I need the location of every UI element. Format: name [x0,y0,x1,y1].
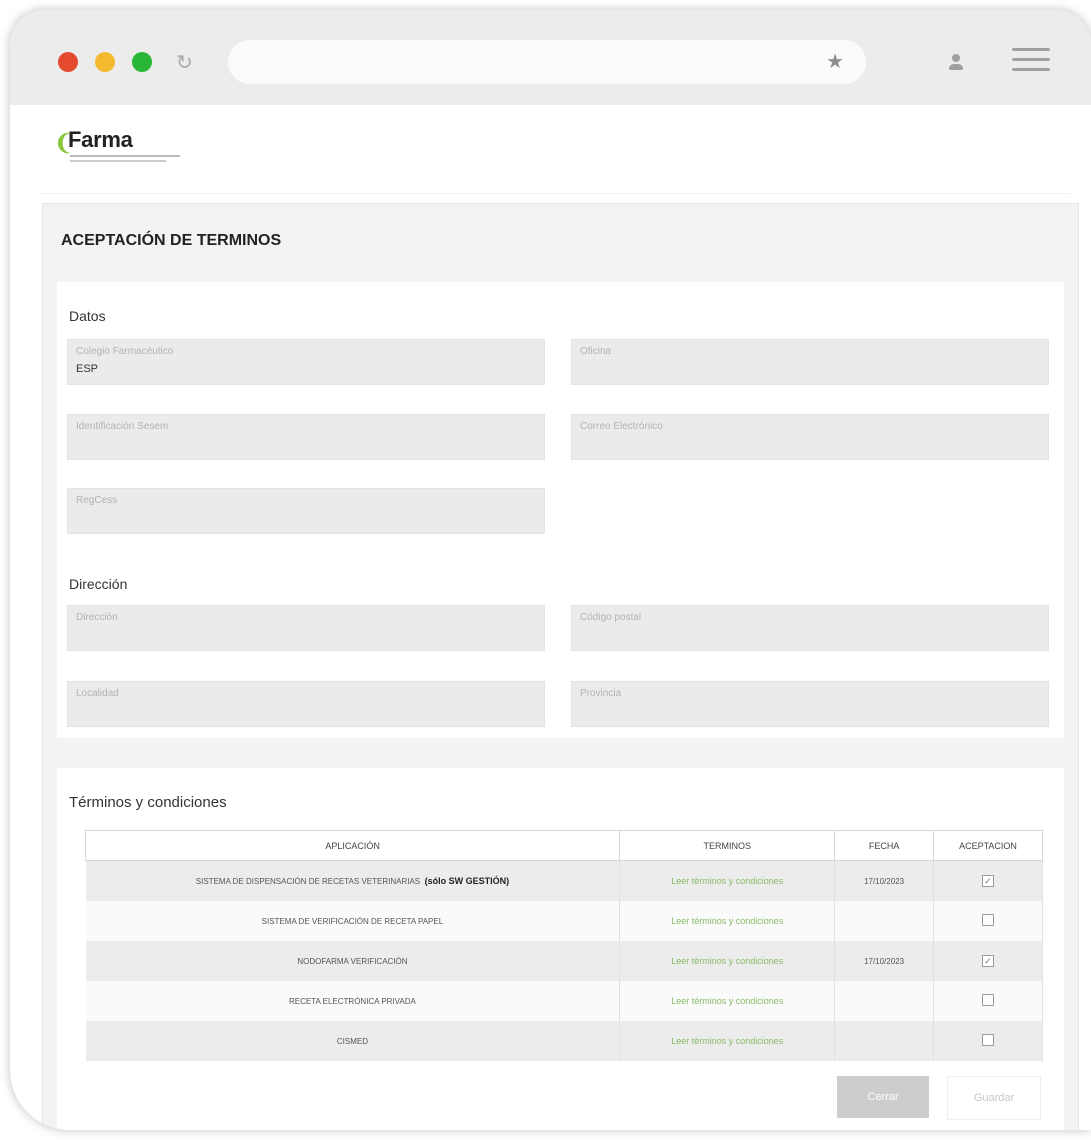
terms-link[interactable]: Leer términos y condiciones [619,901,836,941]
menu-line [1012,48,1050,51]
application-cell: SISTEMA DE VERIFICACIÓN DE RECETA PAPEL [85,901,621,941]
date-cell [834,981,935,1021]
reload-icon[interactable]: ↻ [176,50,193,75]
terms-link[interactable]: Leer términos y condiciones [619,860,836,901]
application-name: CISMED [336,1036,368,1046]
acceptance-checkbox[interactable]: ✓ [982,955,995,967]
close-window-dot[interactable] [58,52,78,72]
field-label: Colegio Farmacéutico [76,346,174,357]
field-label: Código postal [580,612,642,623]
field-value: ESP [76,363,99,375]
column-header: FECHA [834,830,935,861]
correo-field[interactable]: Correo Electrónico [571,414,1049,460]
application-cell: NODOFARMA VERIFICACIÓN [85,941,621,981]
table-row: SISTEMA DE DISPENSACIÓN DE RECETAS VETER… [85,860,1043,901]
terminos-card: Términos y condiciones APLICACIÓN TERMIN… [57,768,1064,1130]
identificacion-field[interactable]: Identificación Sesem [67,414,545,460]
browser-toolbar: ↻ ★ [10,10,1091,105]
minimize-window-dot[interactable] [95,52,115,72]
colegio-field[interactable]: Colegio Farmacéutico ESP [67,339,545,385]
menu-line [1012,58,1050,61]
address-bar[interactable]: ★ [228,40,866,84]
terms-table: APLICACIÓN TERMINOS FECHA ACEPTACION SIS… [84,830,1043,1061]
user-icon-body [949,64,963,70]
acceptance-cell [933,981,1043,1021]
browser-window: ↻ ★ ❨ Farma ACEPTACIÓN DE TERMINOS Datos… [10,10,1091,1130]
application-cell: SISTEMA DE DISPENSACIÓN DE RECETAS VETER… [85,860,621,901]
provincia-field[interactable]: Provincia [571,681,1049,727]
field-label: Oficina [580,346,612,357]
date-cell: 17/10/2023 [834,860,935,901]
application-note: (sólo SW GESTIÓN) [424,876,510,886]
column-header: APLICACIÓN [84,830,621,861]
datos-card: Datos Colegio Farmacéutico ESP Oficina I… [57,282,1064,738]
field-label: Identificación Sesem [76,421,169,432]
menu-line [1012,68,1050,71]
application-name: RECETA ELECTRÓNICA PRIVADA [289,996,416,1006]
table-header-row: APLICACIÓN TERMINOS FECHA ACEPTACION [84,830,1043,861]
field-label: Correo Electrónico [580,421,663,432]
close-button[interactable]: Cerrar [837,1076,929,1118]
field-label: Provincia [580,688,622,699]
regcess-field[interactable]: RegCess [67,488,545,534]
column-header: ACEPTACION [933,830,1043,861]
acceptance-cell [933,901,1043,941]
page-title: ACEPTACIÓN DE TERMINOS [61,232,282,249]
field-label: Localidad [76,688,119,699]
table-row: CISMED Leer términos y condiciones [85,1021,1043,1061]
application-name: SISTEMA DE DISPENSACIÓN DE RECETAS VETER… [195,877,421,886]
user-icon-head [952,54,960,62]
star-icon[interactable]: ★ [826,49,844,74]
acceptance-cell: ✓ [933,860,1043,901]
direccion-heading: Dirección [69,576,128,592]
field-label: Dirección [76,612,118,623]
acceptance-checkbox[interactable] [982,1034,995,1046]
application-cell: CISMED [85,1021,621,1061]
date-cell [834,901,935,941]
table-row: NODOFARMA VERIFICACIÓN Leer términos y c… [85,941,1043,981]
table-row: RECETA ELECTRÓNICA PRIVADA Leer términos… [85,981,1043,1021]
logo-tagline [70,155,180,157]
terms-link[interactable]: Leer términos y condiciones [619,981,836,1021]
user-icon[interactable] [945,52,967,74]
codigo-postal-field[interactable]: Código postal [571,605,1049,651]
acceptance-checkbox[interactable] [982,914,995,926]
site-header: ❨ Farma [40,113,1070,194]
logo-text: Farma [68,127,133,152]
acceptance-cell: ✓ [933,941,1043,981]
terms-link[interactable]: Leer términos y condiciones [619,941,836,981]
direccion-field[interactable]: Dirección [67,605,545,651]
terms-link[interactable]: Leer términos y condiciones [619,1021,836,1061]
hamburger-menu-icon[interactable] [1012,46,1050,74]
column-header: TERMINOS [619,830,836,861]
maximize-window-dot[interactable] [132,52,152,72]
acceptance-checkbox[interactable]: ✓ [982,875,995,887]
save-button[interactable]: Guardar [947,1076,1041,1120]
terminos-heading: Términos y condiciones [69,794,227,811]
oficina-field[interactable]: Oficina [571,339,1049,385]
terms-panel: ACEPTACIÓN DE TERMINOS Datos Colegio Far… [42,203,1079,1130]
logo-tagline [70,160,166,162]
application-name: NODOFARMA VERIFICACIÓN [297,956,408,966]
acceptance-cell [933,1021,1043,1061]
localidad-field[interactable]: Localidad [67,681,545,727]
date-cell [834,1021,935,1061]
application-cell: RECETA ELECTRÓNICA PRIVADA [85,981,621,1021]
field-label: RegCess [76,495,118,506]
page-viewport: ❨ Farma ACEPTACIÓN DE TERMINOS Datos Col… [10,105,1091,1130]
datos-heading: Datos [69,308,106,324]
application-name: SISTEMA DE VERIFICACIÓN DE RECETA PAPEL [261,916,444,926]
table-row: SISTEMA DE VERIFICACIÓN DE RECETA PAPEL … [85,901,1043,941]
acceptance-checkbox[interactable] [982,994,995,1006]
date-cell: 17/10/2023 [834,941,935,981]
